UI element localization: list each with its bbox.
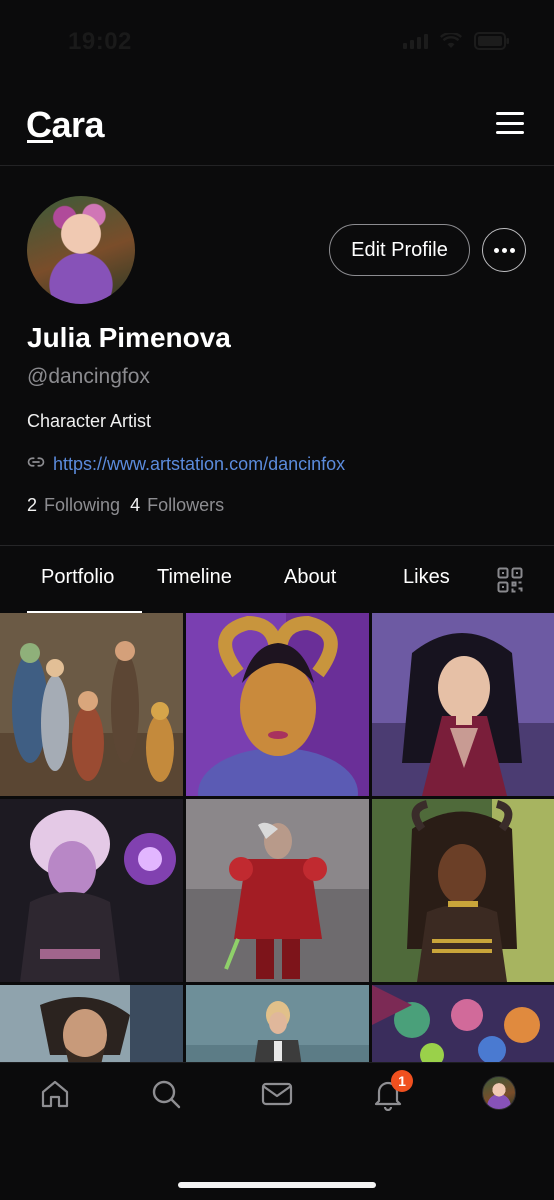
followers-label[interactable]: Followers <box>147 495 224 516</box>
status-bar: 19:02 <box>0 0 554 84</box>
link-icon <box>27 453 45 476</box>
profile-link-row[interactable]: https://www.artstation.com/dancinfox <box>27 453 345 476</box>
wifi-icon <box>440 33 462 49</box>
artwork-horned-tiefling <box>186 613 369 796</box>
portfolio-tile[interactable] <box>186 985 369 1063</box>
profile-bio: Character Artist <box>27 411 152 431</box>
edit-profile-button[interactable]: Edit Profile <box>329 224 470 276</box>
status-time: 19:02 <box>68 28 132 55</box>
portfolio-tile[interactable] <box>372 613 554 796</box>
tab-portfolio[interactable]: Portfolio <box>41 566 114 589</box>
profile-avatar[interactable] <box>27 196 135 304</box>
artwork-blonde-swordswoman <box>186 985 369 1063</box>
followers-count[interactable]: 4 <box>130 495 140 516</box>
logo-underline <box>27 140 53 143</box>
mail-icon[interactable] <box>260 1077 294 1111</box>
profile-name: Julia Pimenova <box>27 322 231 353</box>
follow-stats: 2 Following 4 Followers <box>27 495 234 516</box>
artwork-bearded-ranger <box>0 985 183 1063</box>
bottom-navigation <box>0 1062 554 1200</box>
portfolio-tile[interactable] <box>0 799 183 982</box>
search-icon[interactable] <box>149 1077 183 1111</box>
artwork-dreadlock-tiefling <box>372 799 554 982</box>
status-icons <box>403 32 510 50</box>
menu-line <box>496 112 524 115</box>
portfolio-grid <box>0 613 554 1063</box>
portfolio-tile[interactable] <box>186 613 369 796</box>
home-indicator[interactable] <box>178 1182 376 1188</box>
home-icon[interactable] <box>38 1077 72 1111</box>
artwork-lavender-mage <box>0 799 183 982</box>
following-label[interactable]: Following <box>44 495 120 516</box>
portfolio-tile[interactable] <box>0 985 183 1063</box>
tab-timeline[interactable]: Timeline <box>157 566 232 589</box>
nav-profile-avatar[interactable] <box>482 1076 516 1110</box>
qr-code-icon[interactable] <box>497 567 523 593</box>
hamburger-menu-button[interactable] <box>496 112 524 134</box>
following-count[interactable]: 2 <box>27 495 37 516</box>
artwork-monster-group <box>372 985 554 1063</box>
artwork-red-armor-knight <box>186 799 369 982</box>
more-options-button[interactable] <box>482 228 526 272</box>
menu-line <box>496 131 524 134</box>
app-header: Cara <box>0 84 554 166</box>
battery-icon <box>474 32 510 50</box>
portfolio-tile[interactable] <box>372 799 554 982</box>
dot <box>509 247 515 253</box>
artwork-adventurer-party <box>0 613 183 796</box>
dot <box>501 247 507 253</box>
dot <box>493 247 499 253</box>
profile-tabs: Portfolio Timeline About Likes <box>0 546 554 612</box>
artwork-elf-sorceress <box>372 613 554 796</box>
menu-line <box>496 121 524 125</box>
profile-handle: @dancingfox <box>27 365 150 388</box>
portfolio-tile[interactable] <box>186 799 369 982</box>
portfolio-tile[interactable] <box>0 613 183 796</box>
portfolio-tile[interactable] <box>372 985 554 1063</box>
notification-badge: 1 <box>391 1070 413 1092</box>
profile-link[interactable]: https://www.artstation.com/dancinfox <box>53 454 345 475</box>
tab-likes[interactable]: Likes <box>403 566 450 589</box>
tab-about[interactable]: About <box>284 566 336 589</box>
signal-icon <box>403 33 428 49</box>
